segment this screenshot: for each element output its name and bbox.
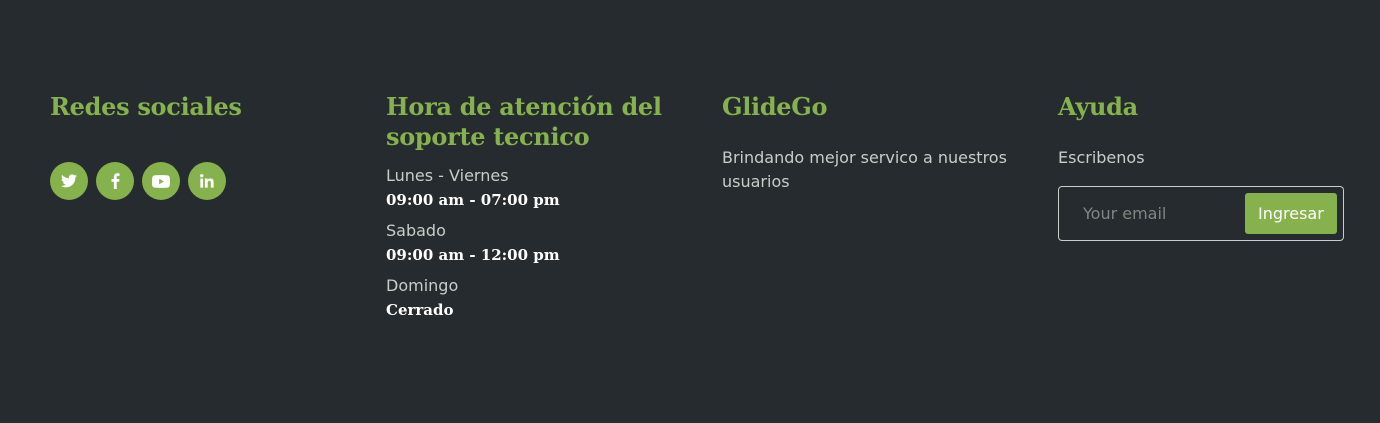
linkedin-button[interactable] xyxy=(188,162,226,200)
twitter-button[interactable] xyxy=(50,162,88,200)
schedule-day: Lunes - Viernes xyxy=(386,166,509,185)
schedule-time: 09:00 am - 12:00 pm xyxy=(386,246,560,264)
social-heading: Redes sociales xyxy=(50,92,242,121)
email-input[interactable] xyxy=(1059,203,1245,224)
site-footer: Redes sociales Hora de atención del sopo… xyxy=(0,0,1380,423)
hours-list: Lunes - Viernes 09:00 am - 07:00 pm Saba… xyxy=(386,164,686,322)
facebook-button[interactable] xyxy=(96,162,134,200)
brand-heading: GlideGo xyxy=(722,92,828,121)
social-links xyxy=(50,162,350,200)
brand-section: GlideGo Brindando mejor servico a nuestr… xyxy=(722,92,1022,210)
brand-description: Brindando mejor servico a nuestros usuar… xyxy=(722,148,1007,191)
schedule-time: 09:00 am - 07:00 pm xyxy=(386,191,560,209)
support-hours-section: Hora de atención del soporte tecnico Lun… xyxy=(386,92,686,322)
schedule-day: Domingo xyxy=(386,276,459,295)
schedule-day: Sabado xyxy=(386,221,446,240)
youtube-icon xyxy=(152,174,170,188)
youtube-button[interactable] xyxy=(142,162,180,200)
submit-button[interactable]: Ingresar xyxy=(1245,193,1337,234)
support-hours-heading: Hora de atención del soporte tecnico xyxy=(386,92,662,151)
schedule-time: Cerrado xyxy=(386,301,454,319)
facebook-icon xyxy=(111,173,119,189)
help-heading: Ayuda xyxy=(1058,92,1138,121)
help-subtitle: Escribenos xyxy=(1058,148,1145,167)
help-section: Ayuda Escribenos Ingresar xyxy=(1058,92,1358,241)
twitter-icon xyxy=(61,174,77,188)
linkedin-icon xyxy=(200,174,214,188)
email-subscribe-form: Ingresar xyxy=(1058,186,1344,241)
social-section: Redes sociales xyxy=(50,92,350,200)
